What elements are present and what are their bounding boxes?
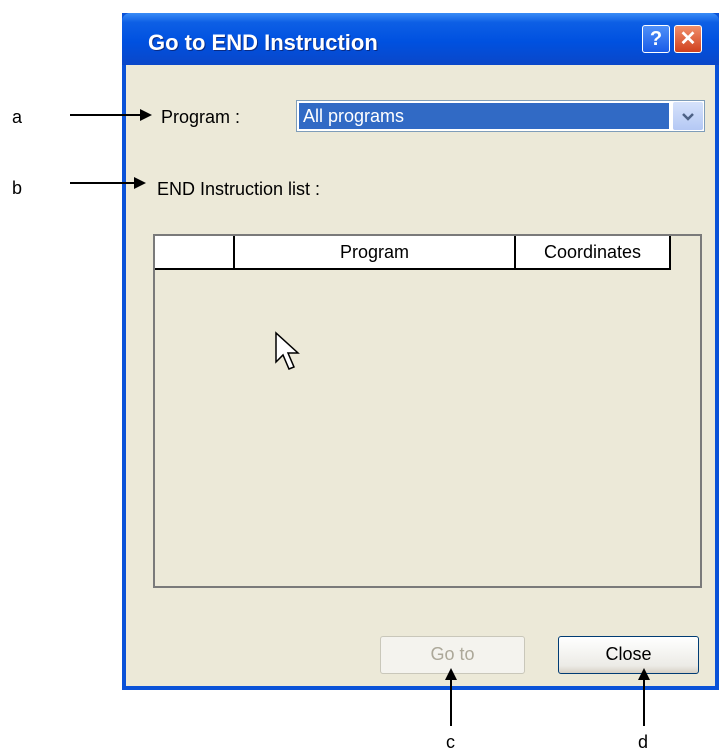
annotation-arrows: [70, 109, 650, 726]
arrow-a: [70, 109, 152, 121]
mouse-cursor-icon: [275, 331, 300, 370]
arrow-d: [638, 668, 650, 726]
arrow-b: [70, 177, 146, 189]
arrow-c: [445, 668, 457, 726]
